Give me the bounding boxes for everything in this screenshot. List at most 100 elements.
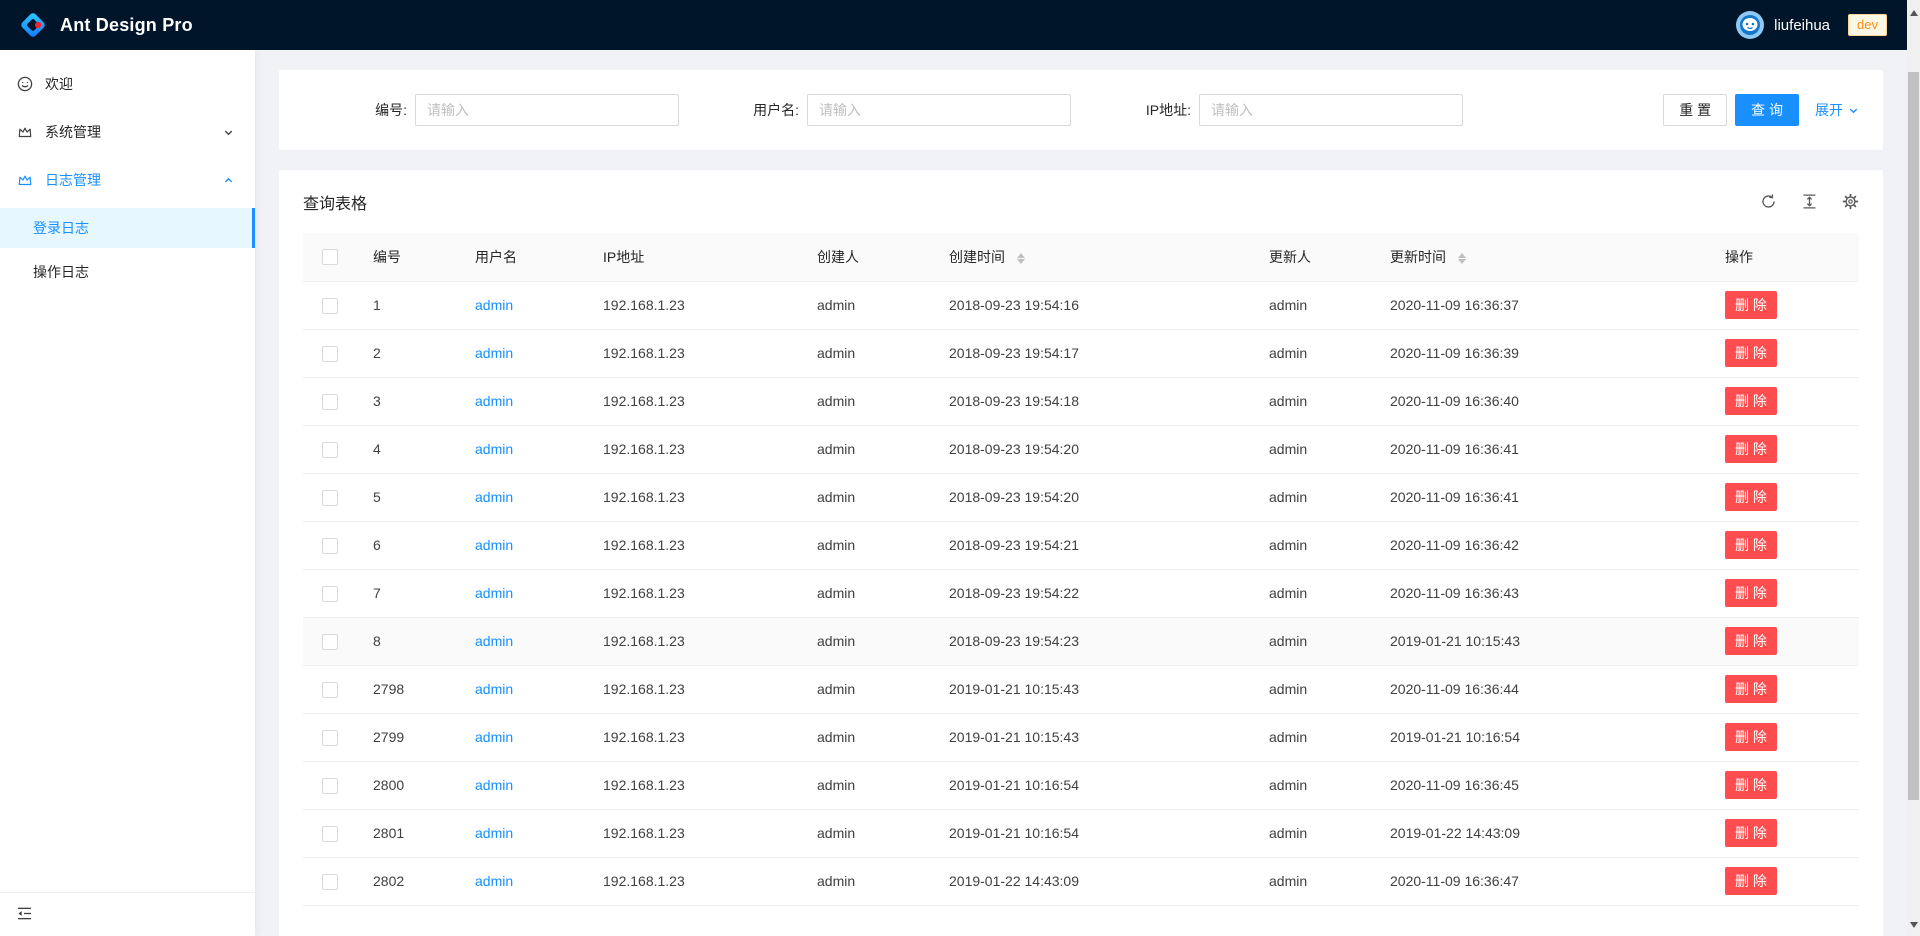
- delete-button[interactable]: 删 除: [1725, 339, 1777, 367]
- cell-id: 2800: [357, 761, 459, 809]
- cell-updated-time: 2020-11-09 16:36:42: [1374, 521, 1709, 569]
- username-link[interactable]: admin: [475, 873, 513, 889]
- scroll-down-arrow-icon[interactable]: [1910, 922, 1918, 928]
- reset-button[interactable]: 重 置: [1663, 94, 1727, 126]
- column-header-creator: 创建人: [801, 233, 933, 281]
- row-checkbox[interactable]: [322, 586, 338, 602]
- username-link[interactable]: admin: [475, 729, 513, 745]
- table-row: 2801 admin 192.168.1.23 admin 2019-01-21…: [303, 809, 1859, 857]
- cell-updated-time: 2019-01-22 14:43:09: [1374, 809, 1709, 857]
- sidebar-item-label: 欢迎: [45, 74, 238, 94]
- cell-ip: 192.168.1.23: [587, 713, 801, 761]
- cell-updated-time: 2019-01-21 10:16:54: [1374, 713, 1709, 761]
- table-row: 2800 admin 192.168.1.23 admin 2019-01-21…: [303, 761, 1859, 809]
- sidebar-item-login-log[interactable]: 登录日志: [0, 208, 255, 248]
- query-button[interactable]: 查 询: [1735, 94, 1799, 126]
- column-header-updater: 更新人: [1253, 233, 1374, 281]
- cell-updated-time: 2020-11-09 16:36:45: [1374, 761, 1709, 809]
- sidebar-item-welcome[interactable]: 欢迎: [0, 64, 255, 104]
- chevron-down-icon: [223, 127, 234, 138]
- row-checkbox[interactable]: [322, 538, 338, 554]
- sidebar-item-label: 登录日志: [33, 218, 89, 238]
- delete-button[interactable]: 删 除: [1725, 723, 1777, 751]
- cell-updater: admin: [1253, 617, 1374, 665]
- username-link[interactable]: admin: [475, 345, 513, 361]
- cell-updater: admin: [1253, 809, 1374, 857]
- cell-updater: admin: [1253, 473, 1374, 521]
- user-menu[interactable]: liufeihua dev: [1736, 11, 1887, 39]
- username-link[interactable]: admin: [475, 537, 513, 553]
- username-link[interactable]: admin: [475, 825, 513, 841]
- ip-field-label: IP地址:: [1087, 100, 1191, 120]
- column-height-icon[interactable]: [1801, 193, 1818, 210]
- expand-toggle[interactable]: 展开: [1815, 100, 1859, 120]
- delete-button[interactable]: 删 除: [1725, 291, 1777, 319]
- table-row: 6 admin 192.168.1.23 admin 2018-09-23 19…: [303, 521, 1859, 569]
- row-checkbox[interactable]: [322, 634, 338, 650]
- cell-ip: 192.168.1.23: [587, 473, 801, 521]
- cell-created-time: 2018-09-23 19:54:22: [933, 569, 1253, 617]
- sorter-icon[interactable]: [1458, 253, 1466, 264]
- settings-gear-icon[interactable]: [1842, 193, 1859, 210]
- delete-button[interactable]: 删 除: [1725, 531, 1777, 559]
- select-all-checkbox[interactable]: [322, 249, 338, 265]
- ip-field[interactable]: [1199, 94, 1463, 126]
- delete-button[interactable]: 删 除: [1725, 483, 1777, 511]
- delete-button[interactable]: 删 除: [1725, 867, 1777, 895]
- table-title: 查询表格: [303, 190, 367, 214]
- cell-ip: 192.168.1.23: [587, 377, 801, 425]
- cell-updater: admin: [1253, 857, 1374, 905]
- cell-created-time: 2018-09-23 19:54:17: [933, 329, 1253, 377]
- sidebar-item-label: 操作日志: [33, 262, 89, 282]
- row-checkbox[interactable]: [322, 682, 338, 698]
- reload-icon[interactable]: [1760, 193, 1777, 210]
- login-log-table: 编号 用户名 IP地址 创建人 创建时间 更新人 更新时间: [303, 233, 1859, 906]
- delete-button[interactable]: 删 除: [1725, 675, 1777, 703]
- delete-button[interactable]: 删 除: [1725, 627, 1777, 655]
- cell-ip: 192.168.1.23: [587, 425, 801, 473]
- row-checkbox[interactable]: [322, 298, 338, 314]
- cell-updated-time: 2020-11-09 16:36:40: [1374, 377, 1709, 425]
- scrollbar-thumb[interactable]: [1908, 72, 1919, 800]
- row-checkbox[interactable]: [322, 394, 338, 410]
- page-scrollbar[interactable]: [1907, 0, 1920, 936]
- crown-icon: [17, 124, 33, 140]
- username-field[interactable]: [807, 94, 1071, 126]
- cell-id: 4: [357, 425, 459, 473]
- sidebar-item-operation-log[interactable]: 操作日志: [0, 252, 255, 292]
- cell-ip: 192.168.1.23: [587, 569, 801, 617]
- username-link[interactable]: admin: [475, 585, 513, 601]
- sidebar-item-log-management[interactable]: 日志管理: [0, 160, 255, 200]
- menu-fold-icon[interactable]: [17, 906, 34, 923]
- username-link[interactable]: admin: [475, 489, 513, 505]
- sidebar-item-system-management[interactable]: 系统管理: [0, 112, 255, 152]
- delete-button[interactable]: 删 除: [1725, 819, 1777, 847]
- table-row: 8 admin 192.168.1.23 admin 2018-09-23 19…: [303, 617, 1859, 665]
- cell-creator: admin: [801, 617, 933, 665]
- row-checkbox[interactable]: [322, 778, 338, 794]
- username-link[interactable]: admin: [475, 633, 513, 649]
- logo-home-link[interactable]: Ant Design Pro: [18, 10, 193, 40]
- id-field[interactable]: [415, 94, 679, 126]
- username-link[interactable]: admin: [475, 441, 513, 457]
- username-link[interactable]: admin: [475, 393, 513, 409]
- row-checkbox[interactable]: [322, 442, 338, 458]
- row-checkbox[interactable]: [322, 730, 338, 746]
- row-checkbox[interactable]: [322, 490, 338, 506]
- delete-button[interactable]: 删 除: [1725, 435, 1777, 463]
- column-header-updated-time[interactable]: 更新时间: [1374, 233, 1709, 281]
- username-link[interactable]: admin: [475, 681, 513, 697]
- username-link[interactable]: admin: [475, 297, 513, 313]
- cell-id: 7: [357, 569, 459, 617]
- row-checkbox[interactable]: [322, 826, 338, 842]
- cell-creator: admin: [801, 809, 933, 857]
- delete-button[interactable]: 删 除: [1725, 387, 1777, 415]
- delete-button[interactable]: 删 除: [1725, 579, 1777, 607]
- scroll-up-arrow-icon[interactable]: [1910, 10, 1918, 16]
- username-link[interactable]: admin: [475, 777, 513, 793]
- delete-button[interactable]: 删 除: [1725, 771, 1777, 799]
- row-checkbox[interactable]: [322, 874, 338, 890]
- sorter-icon[interactable]: [1017, 253, 1025, 264]
- column-header-created-time[interactable]: 创建时间: [933, 233, 1253, 281]
- row-checkbox[interactable]: [322, 346, 338, 362]
